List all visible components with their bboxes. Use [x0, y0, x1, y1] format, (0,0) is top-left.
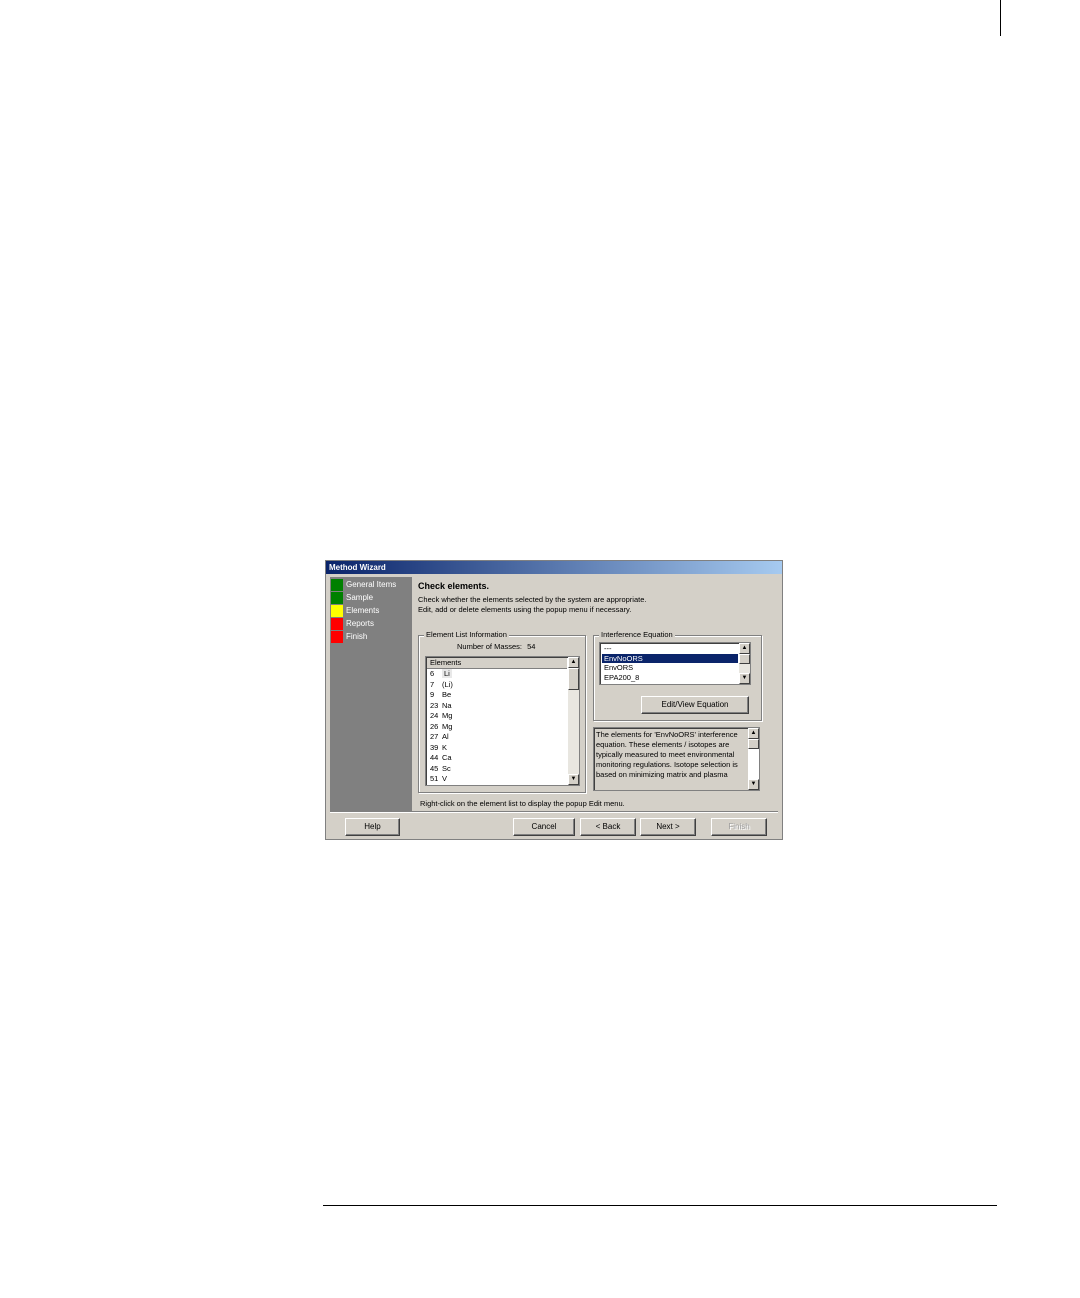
list-item[interactable]: 51 V — [430, 774, 447, 784]
page-heading: Check elements. — [418, 581, 490, 591]
scroll-up-icon[interactable]: ▲ — [748, 728, 759, 739]
edit-view-equation-button[interactable]: Edit/View Equation — [641, 696, 749, 714]
step-reports: Reports — [330, 618, 412, 630]
list-item[interactable]: --- — [602, 644, 738, 653]
list-item[interactable]: 26 Mg — [430, 722, 452, 732]
masses-count: 54 — [527, 642, 536, 651]
scroll-thumb[interactable] — [748, 739, 759, 749]
scroll-down-icon[interactable]: ▼ — [748, 779, 759, 790]
step-finish: Finish — [330, 631, 412, 643]
step-elements: Elements — [330, 605, 412, 617]
list-item[interactable]: 9 Be — [430, 690, 451, 700]
status-indicator-icon — [331, 605, 343, 617]
method-wizard-dialog: Method Wizard General Items Sample Eleme… — [325, 560, 783, 840]
scroll-thumb[interactable] — [568, 668, 579, 690]
popup-menu-hint: Right-click on the element list to displ… — [420, 799, 625, 808]
title-bar: Method Wizard — [326, 561, 782, 574]
list-item[interactable]: 23 Na — [430, 701, 452, 711]
wizard-steps-sidebar: General Items Sample Elements Reports Fi… — [330, 577, 412, 811]
equation-description: The elements for 'EnvNoORS' interference… — [596, 730, 738, 779]
instruction-text: Edit, add or delete elements using the p… — [418, 605, 632, 614]
step-general-items: General Items — [330, 579, 412, 591]
scroll-down-icon[interactable]: ▼ — [739, 673, 750, 684]
step-sample: Sample — [330, 592, 412, 604]
list-item[interactable]: 24 Mg — [430, 711, 452, 721]
interference-equation-group: Interference Equation --- EnvNoORS EnvOR… — [593, 630, 762, 721]
description-scrollbar[interactable]: ▲ ▼ — [748, 728, 759, 790]
interference-equation-list[interactable]: --- EnvNoORS EnvORS EPA200_8 ▲ ▼ — [599, 642, 751, 685]
elements-scrollbar[interactable]: ▲ ▼ — [568, 657, 579, 785]
next-button[interactable]: Next > — [640, 818, 696, 836]
status-indicator-icon — [331, 618, 343, 630]
equation-description-box[interactable]: The elements for 'EnvNoORS' interference… — [593, 727, 760, 791]
status-indicator-icon — [331, 631, 343, 643]
list-item[interactable]: 7 (Li) — [430, 680, 453, 690]
list-item[interactable]: 27 Al — [430, 732, 449, 742]
status-indicator-icon — [331, 592, 343, 604]
page-rule-bottom — [323, 1205, 997, 1206]
list-item[interactable]: EnvORS — [602, 663, 738, 672]
page-rule-top — [1000, 0, 1001, 36]
list-item[interactable]: 6 Li — [430, 669, 452, 679]
scroll-up-icon[interactable]: ▲ — [568, 657, 579, 668]
column-header-elements[interactable]: Elements — [427, 658, 567, 669]
list-item[interactable]: 39 K — [430, 743, 447, 753]
interference-scrollbar[interactable]: ▲ ▼ — [739, 643, 750, 684]
element-list-group: Element List Information Number of Masse… — [418, 630, 586, 793]
help-button[interactable]: Help — [345, 818, 400, 836]
scroll-down-icon[interactable]: ▼ — [568, 774, 579, 785]
list-item[interactable]: 45 Sc — [430, 764, 451, 774]
instruction-text: Check whether the elements selected by t… — [418, 595, 647, 604]
group-label: Interference Equation — [599, 630, 675, 639]
masses-label: Number of Masses: — [457, 642, 523, 651]
status-indicator-icon — [331, 579, 343, 591]
cancel-button[interactable]: Cancel — [513, 818, 575, 836]
scroll-thumb[interactable] — [739, 654, 750, 664]
masses-info: Number of Masses: 54 — [457, 642, 535, 651]
list-item[interactable]: EPA200_8 — [602, 673, 738, 682]
scroll-up-icon[interactable]: ▲ — [739, 643, 750, 654]
button-separator — [330, 811, 778, 813]
back-button[interactable]: < Back — [580, 818, 636, 836]
group-label: Element List Information — [424, 630, 509, 639]
list-item-selected[interactable]: EnvNoORS — [602, 653, 738, 663]
elements-list[interactable]: Elements 6 Li 7 (Li) 9 Be 23 Na 24 Mg 26 Mg 27… — [425, 656, 580, 786]
finish-button[interactable]: Finish — [711, 818, 767, 836]
list-item[interactable]: 44 Ca — [430, 753, 452, 763]
